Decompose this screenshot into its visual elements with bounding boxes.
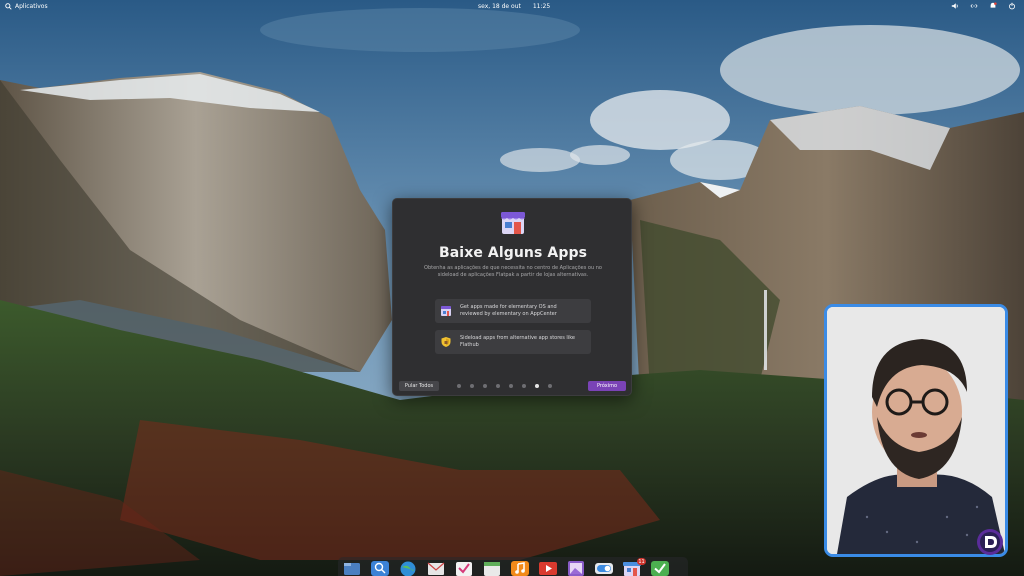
volume-icon[interactable]: [951, 2, 959, 10]
system-indicators: [951, 1, 1016, 11]
dock-item-calendar[interactable]: [482, 560, 502, 576]
page-indicator: [457, 384, 552, 388]
dock-item-mail[interactable]: [426, 560, 446, 576]
videos-icon: [539, 562, 557, 575]
onboarding-dialog: Baixe Alguns Apps Obtenha as aplicações …: [392, 198, 632, 396]
page-dot[interactable]: [535, 384, 539, 388]
time-label: 11:25: [532, 2, 551, 10]
dock-item-appcenter[interactable]: 11: [622, 558, 646, 576]
next-button[interactable]: Próximo: [588, 381, 626, 391]
dock-item-files[interactable]: [342, 560, 362, 576]
feature-appcenter: Get apps made for elementary OS and revi…: [435, 299, 591, 323]
checkmark-icon: [651, 561, 669, 576]
mail-icon: [427, 562, 445, 575]
date-label: sex, 18 de out: [478, 2, 521, 10]
calendar-icon: [484, 562, 500, 576]
photos-icon: [568, 561, 584, 576]
dock-item-settings-toggle[interactable]: [594, 560, 614, 576]
page-dot[interactable]: [548, 384, 552, 388]
page-dot[interactable]: [496, 384, 500, 388]
webcam-overlay: [824, 304, 1008, 557]
dialog-title: Baixe Alguns Apps: [438, 245, 588, 261]
feature-sideload-text: Sideload apps from alternative app store…: [460, 335, 575, 348]
files-icon: [344, 563, 360, 575]
appcenter-store-icon: [501, 212, 525, 234]
applications-label: Aplicativos: [15, 2, 48, 10]
page-dot[interactable]: [509, 384, 513, 388]
dock-item-music[interactable]: [510, 560, 530, 576]
datetime-indicator[interactable]: sex, 18 de out 11:25: [478, 1, 550, 11]
dialog-description: Obtenha as aplicações de que necessita n…: [424, 265, 602, 278]
search-icon: [5, 2, 12, 10]
dock-item-checkmark[interactable]: [650, 560, 670, 576]
applications-menu-button[interactable]: Aplicativos: [5, 1, 48, 11]
feature-appcenter-text: Get apps made for elementary OS and revi…: [460, 304, 557, 317]
top-panel: Aplicativos sex, 18 de out 11:25: [0, 0, 1024, 12]
presenter-image: [827, 307, 1005, 554]
dock-item-photos[interactable]: [566, 560, 586, 576]
page-dot[interactable]: [457, 384, 461, 388]
dock: 11: [338, 557, 688, 576]
music-icon: [511, 561, 529, 576]
page-dot[interactable]: [522, 384, 526, 388]
dock-item-search-app[interactable]: [370, 560, 390, 576]
feature-sideload: Sideload apps from alternative app store…: [435, 330, 591, 354]
page-dot[interactable]: [470, 384, 474, 388]
power-icon[interactable]: [1008, 2, 1016, 10]
channel-logo: [977, 529, 1003, 555]
notifications-icon[interactable]: [989, 2, 997, 10]
dock-item-tasks[interactable]: [454, 560, 474, 576]
web-browser-icon: [400, 561, 416, 576]
appcenter-icon: [441, 306, 451, 316]
settings-toggle-icon: [595, 563, 613, 574]
page-dot[interactable]: [483, 384, 487, 388]
search-app-icon: [371, 561, 389, 576]
dock-item-web-browser[interactable]: [398, 560, 418, 576]
dock-item-videos[interactable]: [538, 560, 558, 576]
tasks-icon: [456, 562, 472, 576]
update-count-badge: 11: [637, 558, 646, 565]
network-icon[interactable]: [970, 2, 978, 10]
shield-icon: [441, 337, 451, 347]
skip-all-button[interactable]: Pular Todos: [399, 381, 439, 391]
